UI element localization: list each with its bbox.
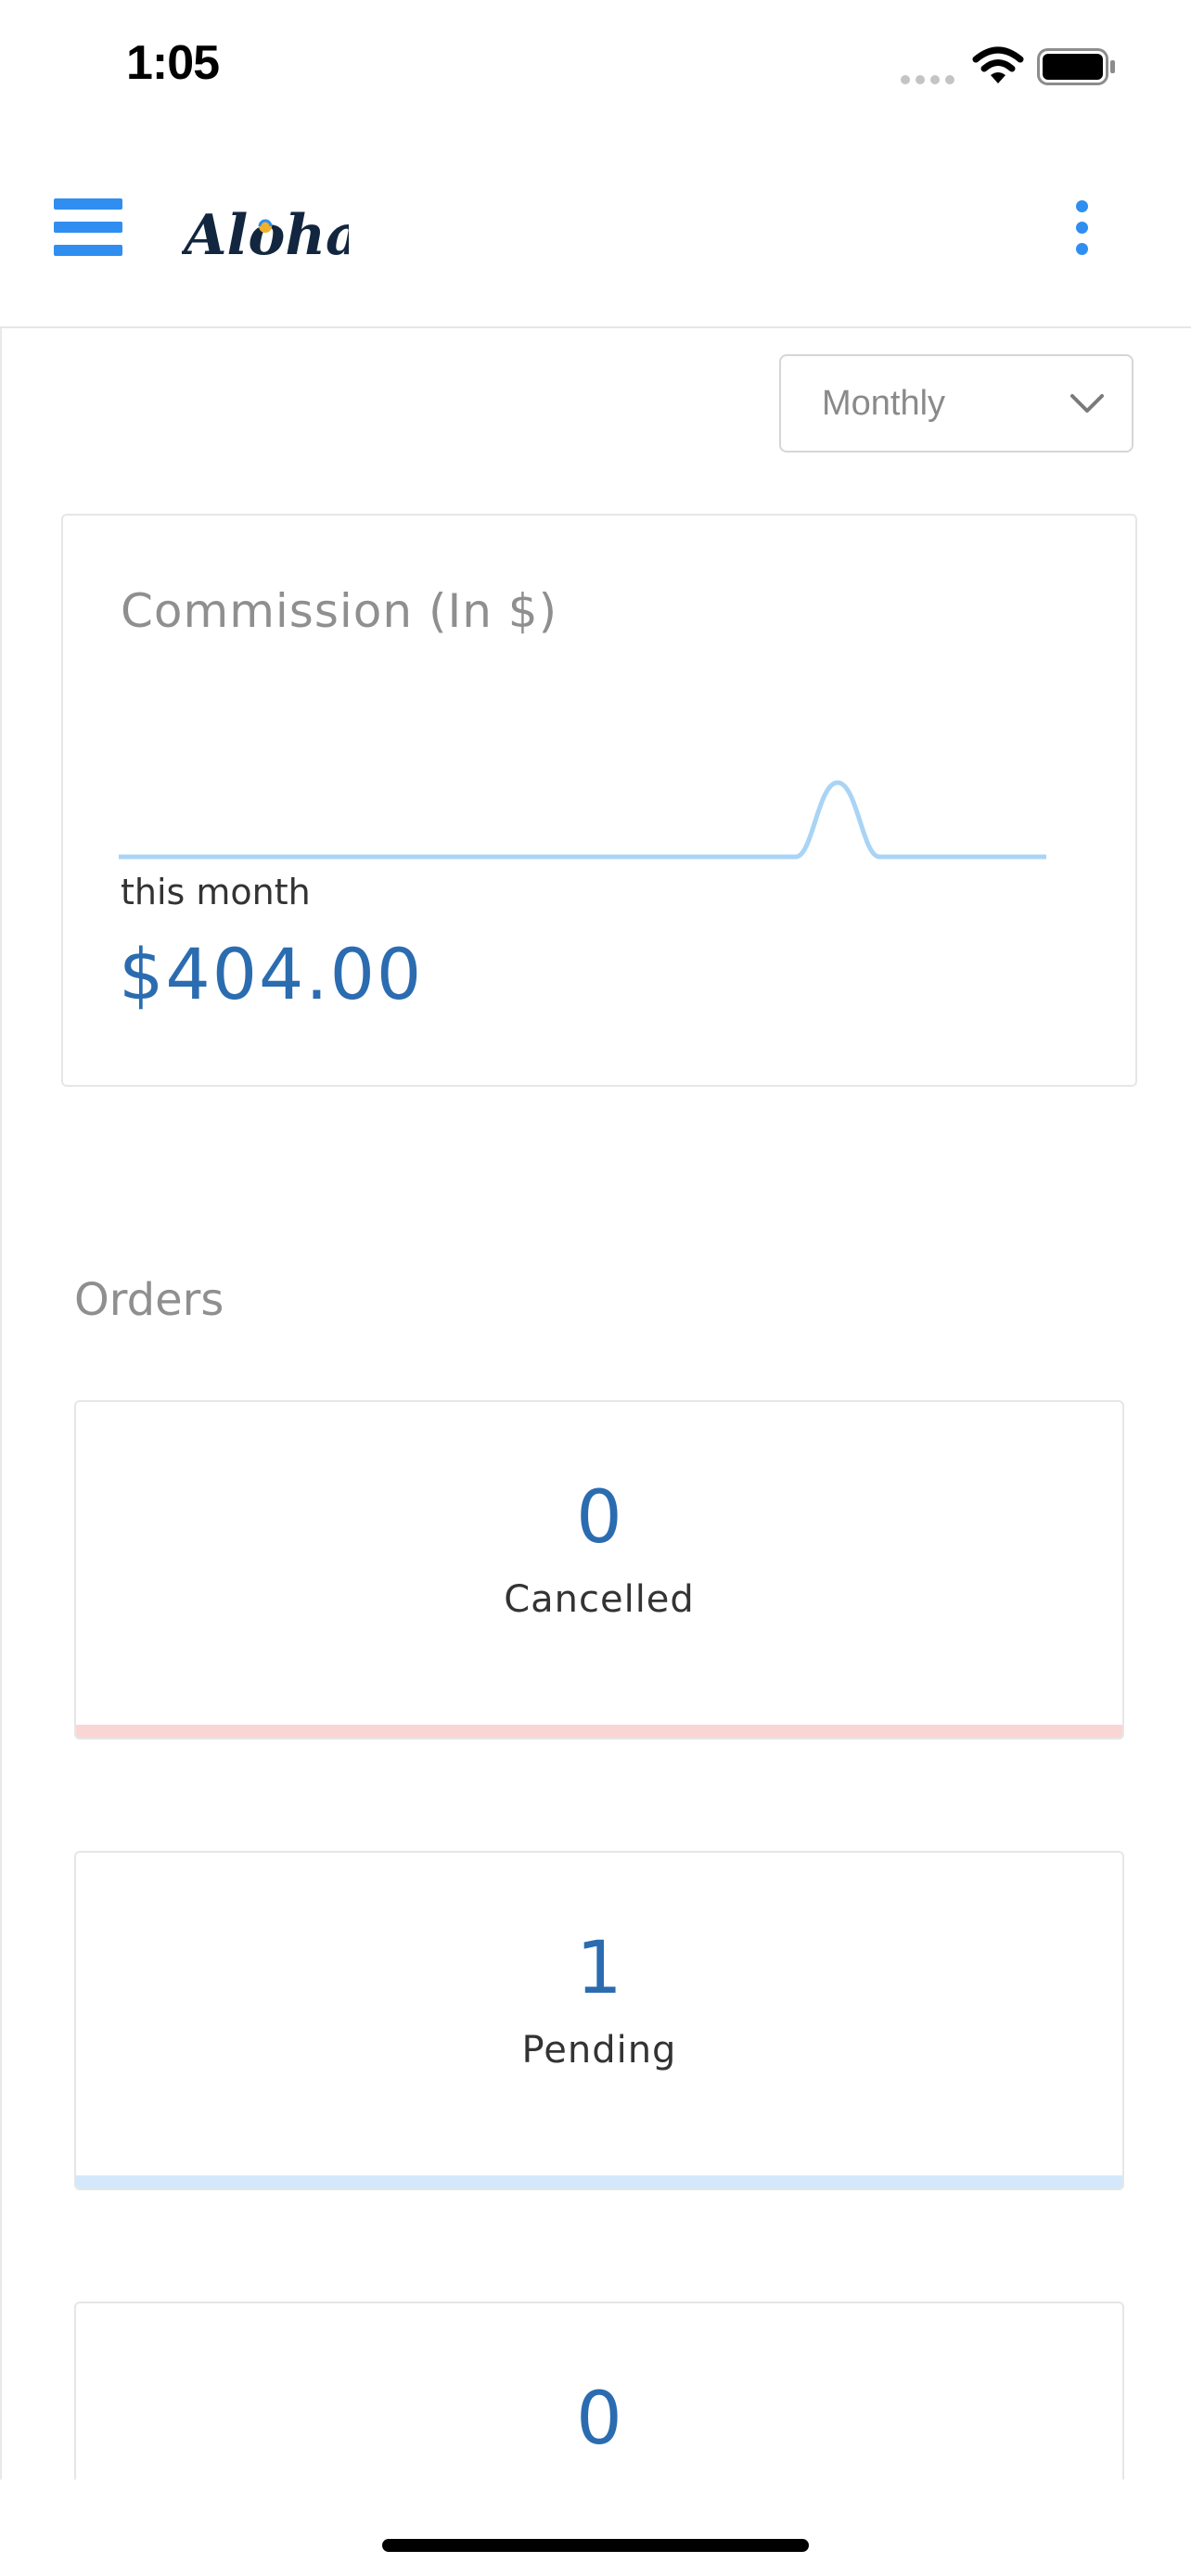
order-card-cancelled[interactable]: 0 Cancelled — [74, 1400, 1124, 1740]
order-count: 1 — [576, 1927, 622, 2010]
status-time: 1:05 — [126, 36, 220, 90]
battery-icon — [1037, 48, 1115, 85]
order-card-third[interactable]: 0 — [74, 2302, 1124, 2480]
signal-dots-icon — [901, 75, 954, 84]
dot — [1076, 222, 1088, 234]
order-label: Pending — [521, 2029, 677, 2072]
commission-value: $404.00 — [119, 933, 424, 1015]
commission-title: Commission (In $) — [121, 584, 558, 638]
commission-card: Commission (In $) this month $404.00 — [61, 514, 1137, 1087]
order-count: 0 — [576, 1476, 622, 1560]
app-header: Aloha — [0, 139, 1191, 328]
menu-button[interactable] — [54, 195, 124, 258]
order-accent-bar — [76, 1725, 1122, 1738]
order-label: Cancelled — [504, 1578, 695, 1621]
status-bar: 1:05 — [0, 0, 1191, 139]
period-caption: this month — [121, 872, 311, 912]
logo-text: Aloha — [182, 203, 349, 268]
home-indicator — [382, 2539, 809, 2552]
order-count: 0 — [576, 2378, 622, 2461]
order-card-pending[interactable]: 1 Pending — [74, 1851, 1124, 2190]
period-dropdown[interactable]: Monthly — [779, 354, 1133, 453]
hamburger-line — [54, 222, 122, 233]
orders-heading: Orders — [74, 1274, 224, 1326]
hamburger-menu-icon — [54, 198, 122, 210]
order-accent-bar — [76, 2175, 1122, 2188]
commission-sparkline — [119, 780, 1046, 860]
dashboard-content: Monthly Commission (In $) this month $40… — [0, 328, 1191, 2480]
more-options-button[interactable] — [1069, 200, 1096, 256]
period-dropdown-value: Monthly — [822, 384, 946, 423]
brand-logo: Aloha — [182, 203, 349, 268]
dot — [1076, 243, 1088, 255]
hamburger-line — [54, 245, 122, 256]
vertical-dots-icon — [1076, 200, 1088, 212]
wifi-icon — [972, 46, 1024, 83]
chevron-down-icon — [1070, 394, 1104, 413]
